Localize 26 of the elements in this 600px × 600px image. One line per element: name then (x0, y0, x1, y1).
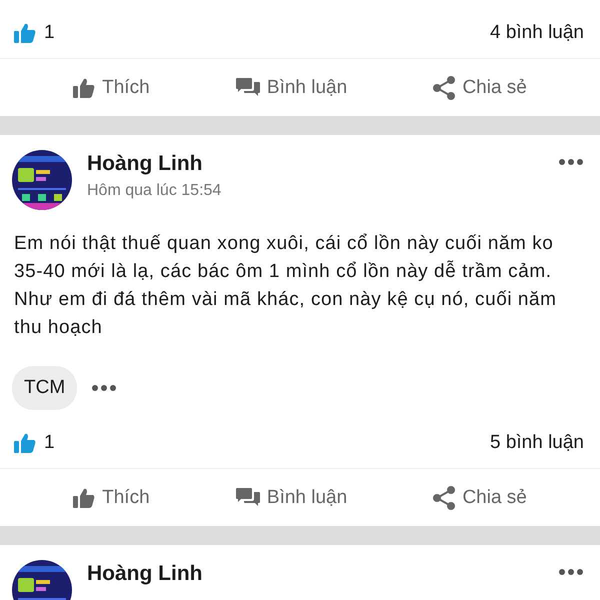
thumbs-up-icon (73, 78, 96, 98)
chat-bubbles-icon (236, 488, 260, 508)
post-text: Em nói thật thuế quan xong xuôi, cái cổ lồn này cuối năm ko 35-40 mới là lạ, các bác ôm 1 mình cổ lồn này dễ trầm cảm. Như em đi đá thêm vài mã khác, con này kệ cụ nó, cuối năm thu hoạch (13, 232, 558, 340)
comment-count[interactable]: 5 bình luận (490, 432, 584, 454)
share-button[interactable]: Chia sẻ (427, 72, 533, 104)
thumbs-up-icon (14, 23, 36, 43)
more-icon[interactable] (91, 384, 118, 392)
share-button[interactable]: Chia sẻ (427, 482, 533, 514)
more-icon[interactable] (558, 568, 584, 576)
more-icon[interactable] (558, 158, 584, 166)
share-icon (433, 486, 456, 510)
comment-button[interactable]: Bình luận (230, 482, 354, 512)
like-count: 1 (44, 432, 55, 454)
author-name[interactable]: Hoàng Linh (87, 152, 543, 176)
chat-bubbles-icon (236, 78, 260, 98)
tag-chip[interactable]: TCM (12, 366, 78, 410)
like-button[interactable]: Thích (67, 482, 156, 512)
like-count: 1 (44, 22, 55, 44)
like-button[interactable]: Thích (67, 72, 156, 102)
comment-button[interactable]: Bình luận (230, 72, 354, 102)
post-time: Hôm qua lúc 15:54 (87, 182, 222, 200)
share-icon (433, 76, 456, 100)
author-name[interactable]: Hoàng Linh (87, 562, 543, 586)
comment-count[interactable]: 4 bình luận (490, 22, 584, 44)
thumbs-up-icon (14, 433, 36, 453)
thumbs-up-icon (73, 488, 96, 508)
